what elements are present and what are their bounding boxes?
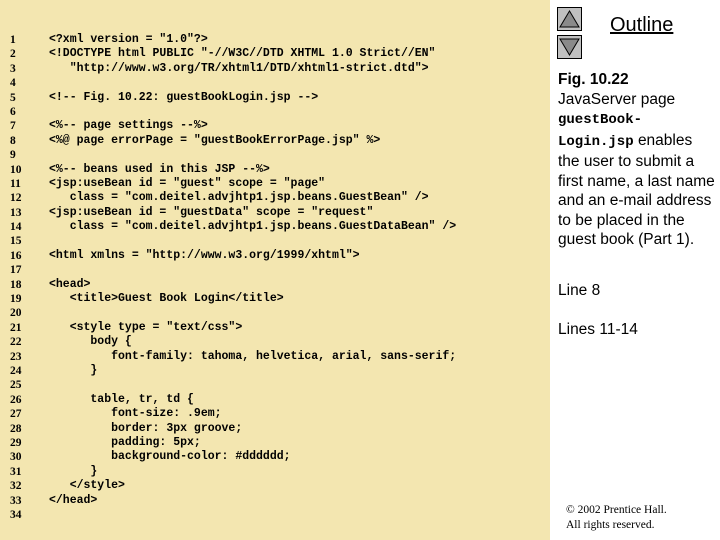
code-line: padding: 5px; — [49, 435, 201, 449]
code-line: <%@ page errorPage = "guestBookErrorPage… — [49, 133, 381, 147]
line-number: 4 — [10, 77, 16, 90]
next-slide-button[interactable] — [557, 35, 582, 59]
code-line: <%-- page settings --%> — [49, 119, 208, 133]
line-number: 28 — [10, 422, 22, 435]
figure-number: Fig. 10.22 — [558, 71, 629, 88]
line-number: 12 — [10, 192, 22, 205]
triangle-up-icon — [559, 10, 580, 28]
code-line: </style> — [49, 479, 125, 493]
previous-slide-button[interactable] — [557, 7, 582, 31]
code-listing: <?xml version = "1.0"?> <!DOCTYPE html PU… — [49, 33, 549, 522]
outline-title[interactable]: Outline — [610, 14, 673, 37]
annotation-line-8: Line 8 — [558, 282, 601, 299]
code-line: <title>Guest Book Login</title> — [49, 292, 284, 306]
code-line: <html xmlns = "http://www.w3.org/1999/xh… — [49, 248, 360, 262]
line-number: 27 — [10, 408, 22, 421]
code-line: } — [49, 464, 98, 478]
line-number: 19 — [10, 293, 22, 306]
annotation-lines-11-14: Lines 11-14 — [558, 321, 638, 338]
code-line: font-size: .9em; — [49, 407, 222, 421]
line-number: 16 — [10, 249, 22, 262]
line-number: 2 — [10, 48, 16, 61]
line-number: 20 — [10, 307, 22, 320]
line-number: 11 — [10, 177, 21, 190]
line-number: 1 — [10, 34, 16, 46]
line-number: 26 — [10, 393, 22, 406]
line-number: 25 — [10, 379, 22, 392]
code-line: <jsp:useBean id = "guest" scope = "page" — [49, 176, 326, 190]
code-line: <?xml version = "1.0"?> — [49, 33, 208, 46]
line-number: 31 — [10, 465, 22, 478]
line-number: 9 — [10, 149, 16, 162]
line-number-column: 1 2 3 4 5 6 7 8 9 10 11 12 13 14 15 16 17 18 19 20 21 22 23 24 2… — [10, 33, 34, 522]
code-line: font-family: tahoma, helvetica, arial, s… — [49, 349, 457, 363]
code-line: class = "com.deitel.advjhtp1.jsp.beans.G… — [49, 220, 457, 234]
line-number: 15 — [10, 235, 22, 248]
line-number: 18 — [10, 278, 22, 291]
line-number: 14 — [10, 221, 22, 234]
code-panel: 1 2 3 4 5 6 7 8 9 10 11 12 13 14 15 16 17 18 19 20 21 22 23 24 2… — [0, 0, 550, 540]
code-line: table, tr, td { — [49, 392, 194, 406]
line-number: 13 — [10, 206, 22, 219]
code-line: } — [49, 363, 98, 377]
code-line: <%-- beans used in this JSP --%> — [49, 162, 270, 176]
code-line: <style type = "text/css"> — [49, 320, 243, 334]
code-line: background-color: #dddddd; — [49, 450, 291, 464]
copyright-notice: © 2002 Prentice Hall. All rights reserve… — [566, 503, 667, 533]
copyright-line-2: All rights reserved. — [566, 519, 655, 531]
code-line: class = "com.deitel.advjhtp1.jsp.beans.G… — [49, 191, 429, 205]
line-number: 21 — [10, 321, 22, 334]
line-number: 5 — [10, 91, 16, 104]
code-line: <!-- Fig. 10.22: guestBookLogin.jsp --> — [49, 90, 319, 104]
line-number: 6 — [10, 105, 16, 118]
triangle-down-icon — [559, 38, 580, 56]
line-number: 23 — [10, 350, 22, 363]
code-line: </head> — [49, 493, 98, 507]
code-line: <jsp:useBean id = "guestData" scope = "r… — [49, 205, 374, 219]
copyright-line-1: © 2002 Prentice Hall. — [566, 504, 667, 516]
code-line: "http://www.w3.org/TR/xhtml1/DTD/xhtml1-… — [49, 61, 429, 75]
line-number: 8 — [10, 134, 16, 147]
caption-filename: guestBook-Login.jsp — [558, 112, 643, 150]
line-number: 24 — [10, 364, 22, 377]
line-number: 32 — [10, 480, 22, 493]
figure-caption: Fig. 10.22 JavaServer page guestBook-Log… — [558, 70, 716, 250]
line-number: 30 — [10, 451, 22, 464]
line-number: 3 — [10, 62, 16, 75]
line-number: 33 — [10, 494, 22, 507]
code-line: border: 3px groove; — [49, 421, 243, 435]
caption-text-intro: JavaServer page — [558, 90, 676, 108]
line-number: 29 — [10, 436, 22, 449]
line-number: 7 — [10, 120, 16, 133]
code-line: body { — [49, 335, 132, 349]
code-line: <!DOCTYPE html PUBLIC "-//W3C//DTD XHTML… — [49, 47, 436, 61]
line-number: 17 — [10, 264, 22, 277]
line-number: 22 — [10, 336, 22, 349]
line-number: 10 — [10, 163, 22, 176]
line-number: 34 — [10, 508, 22, 521]
code-line: <head> — [49, 277, 91, 291]
